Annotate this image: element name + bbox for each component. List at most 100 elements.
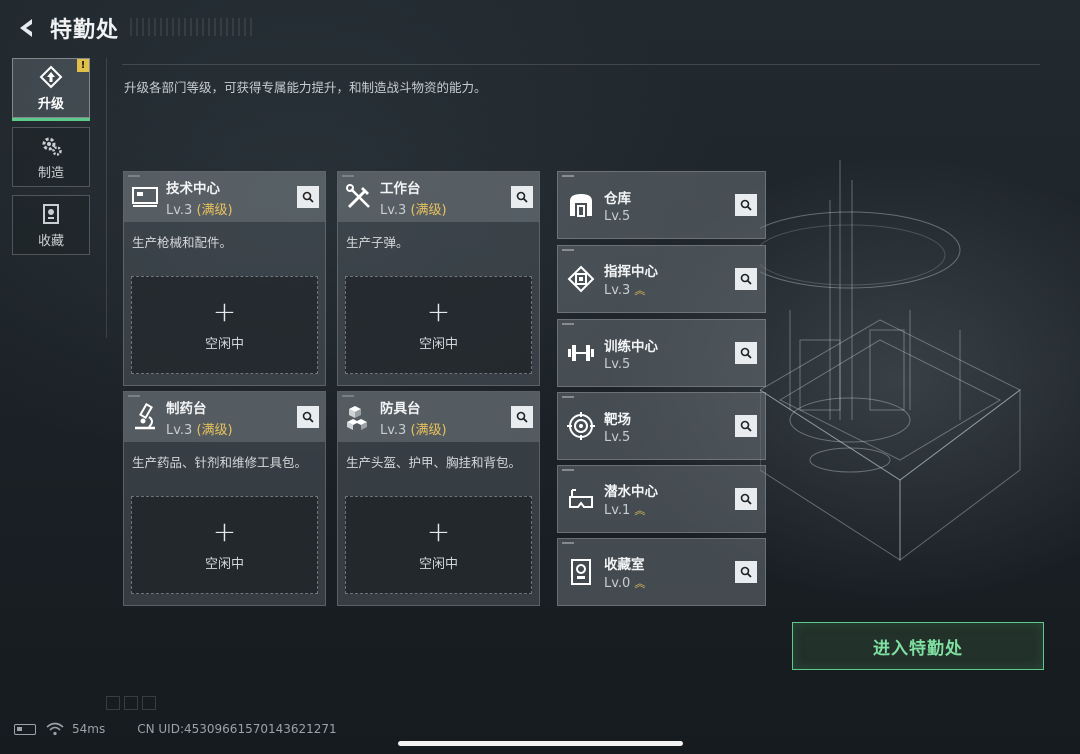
facility-level: Lv.5: [604, 429, 631, 445]
production-slot[interactable]: + 空闲中: [345, 496, 532, 594]
search-icon: [516, 411, 528, 423]
inspect-button[interactable]: [735, 268, 757, 290]
enter-special-ops-button[interactable]: 进入特勤处: [792, 622, 1044, 670]
workshop-card-workbench[interactable]: 工作台 Lv.3 (满级) 生产子弹。 + 空闲中: [337, 171, 540, 386]
home-indicator[interactable]: [398, 741, 683, 746]
facility-card-shooting-range[interactable]: 靶场 Lv.5: [557, 392, 766, 460]
inspect-button[interactable]: [297, 186, 319, 208]
user-uid: CN UID:45309661570143621271: [137, 722, 337, 736]
facility-name: 仓库: [604, 190, 631, 207]
facility-card-collection-room[interactable]: 收藏室 Lv.0 ︽: [557, 538, 766, 606]
divider: [122, 64, 1040, 65]
corner-decoration: [562, 323, 574, 325]
page-description: 升级各部门等级，可获得专属能力提升，和制造战斗物资的能力。: [124, 80, 487, 95]
workshop-level: Lv.3 (满级): [380, 422, 447, 438]
microscope-icon: [135, 403, 155, 430]
facility-level: Lv.5: [604, 356, 631, 372]
card-header: 防具台 Lv.3 (满级): [338, 392, 539, 442]
back-arrow-icon: [20, 19, 32, 37]
slot-status: 空闲中: [204, 336, 244, 352]
header: 特勤处: [12, 12, 119, 44]
inspect-button[interactable]: [735, 561, 757, 583]
divider: [106, 58, 107, 338]
card-header: 技术中心 Lv.3 (满级): [124, 172, 325, 222]
chip-icon: [567, 265, 595, 293]
corner-decoration: [562, 249, 574, 251]
workshop-card-pharmacy[interactable]: 制药台 Lv.3 (满级) 生产药品、针剂和维修工具包。 + 空闲中: [123, 391, 326, 606]
card-header: 工作台 Lv.3 (满级): [338, 172, 539, 222]
upgrade-icon: [39, 65, 63, 88]
facility-name: 指挥中心: [604, 264, 658, 280]
workshop-name: 工作台: [380, 180, 421, 197]
facility-card-warehouse[interactable]: 仓库 Lv.5: [557, 171, 766, 239]
status-bar: 54ms CN UID:45309661570143621271: [14, 722, 337, 736]
facility-level: Lv.0 ︽: [604, 576, 645, 591]
computer-icon: [132, 187, 158, 207]
plus-icon: +: [426, 514, 451, 548]
workshop-name: 技术中心: [166, 180, 220, 197]
workshop-level: Lv.3 (满级): [166, 422, 233, 438]
production-slot[interactable]: + 空闲中: [345, 276, 532, 374]
inspect-button[interactable]: [735, 342, 757, 364]
inspect-button[interactable]: [735, 415, 757, 437]
collection-icon: [43, 203, 59, 224]
workshop-description: 生产头盔、护甲、胸挂和背包。: [346, 455, 522, 470]
workshop-name: 制药台: [166, 400, 207, 417]
boxes-icon: [347, 406, 367, 430]
workshop-description: 生产子弹。: [346, 235, 409, 250]
tab-label: 制造: [37, 165, 64, 181]
search-icon: [740, 199, 752, 211]
slot-status: 空闲中: [418, 336, 458, 352]
warehouse-icon: [570, 194, 592, 217]
facility-name: 靶场: [604, 411, 631, 428]
corner-decoration: [562, 542, 574, 544]
workshop-description: 生产枪械和配件。: [132, 235, 233, 250]
facility-level: Lv.3 ︽: [604, 283, 645, 298]
inspect-button[interactable]: [511, 186, 533, 208]
title-decoration: [130, 18, 254, 36]
plus-icon: +: [212, 294, 237, 328]
tools-icon: [346, 184, 370, 209]
production-slot[interactable]: + 空闲中: [131, 496, 318, 594]
tab-label: 升级: [37, 96, 64, 112]
tab-craft[interactable]: 制造: [12, 127, 90, 187]
facility-card-diving-center[interactable]: 潜水中心 Lv.1 ︽: [557, 465, 766, 533]
facility-card-command-center[interactable]: 指挥中心 Lv.3 ︽: [557, 245, 766, 313]
card-header: 制药台 Lv.3 (满级): [124, 392, 325, 442]
ping-value: 54ms: [72, 722, 106, 736]
inspect-button[interactable]: [511, 406, 533, 428]
corner-decoration: [562, 396, 574, 398]
inspect-button[interactable]: [735, 194, 757, 216]
search-icon: [302, 191, 314, 203]
upgrade-chevron-icon: ︽: [634, 577, 645, 590]
inspect-button[interactable]: [735, 488, 757, 510]
plus-icon: +: [212, 514, 237, 548]
tab-collection[interactable]: 收藏: [12, 195, 90, 255]
facility-name: 潜水中心: [604, 484, 658, 500]
workshop-description: 生产药品、针剂和维修工具包。: [132, 455, 308, 470]
inspect-button[interactable]: [297, 406, 319, 428]
target-icon: [567, 412, 595, 440]
alert-badge: !: [77, 59, 89, 72]
workshop-card-tech-center[interactable]: 技术中心 Lv.3 (满级) 生产枪械和配件。 + 空闲中: [123, 171, 326, 386]
back-button[interactable]: [12, 13, 42, 43]
production-slot[interactable]: + 空闲中: [131, 276, 318, 374]
search-icon: [302, 411, 314, 423]
workshop-name: 防具台: [380, 400, 421, 417]
upgrade-chevron-icon: ︽: [634, 504, 645, 517]
workshop-card-armor[interactable]: 防具台 Lv.3 (满级) 生产头盔、护甲、胸挂和背包。 + 空闲中: [337, 391, 540, 606]
tab-upgrade[interactable]: ! 升级: [12, 58, 90, 121]
facility-level: Lv.1 ︽: [604, 503, 645, 518]
battery-icon: [14, 723, 36, 735]
dumbbell-icon: [568, 345, 594, 361]
diving-mask-icon: [569, 489, 593, 508]
corner-decoration: [562, 469, 574, 471]
workshop-level: Lv.3 (满级): [166, 202, 233, 218]
facility-name: 训练中心: [604, 338, 658, 355]
facility-card-training-center[interactable]: 训练中心 Lv.5: [557, 319, 766, 387]
plus-icon: +: [426, 294, 451, 328]
facility-level: Lv.5: [604, 208, 631, 224]
page-title: 特勤处: [50, 18, 120, 43]
search-icon: [740, 420, 752, 432]
base-wireframe-illustration: [760, 160, 1021, 561]
